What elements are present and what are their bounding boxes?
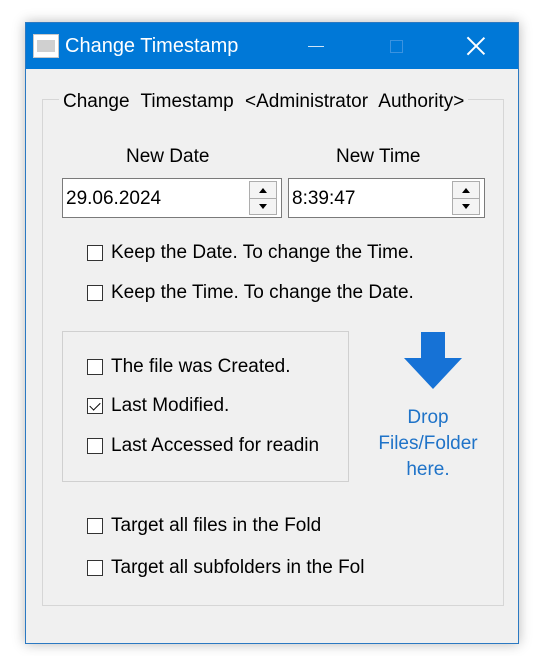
spin-up-icon (462, 187, 470, 193)
checkbox-box[interactable] (87, 285, 103, 301)
drop-line-2: Files/Folder (378, 433, 478, 454)
minimize-icon (308, 45, 324, 47)
time-increment-button[interactable] (453, 182, 479, 199)
date-value[interactable]: 29.06.2024 (66, 188, 161, 210)
drop-line-1: Drop (407, 407, 449, 428)
checkbox-box[interactable] (87, 245, 103, 261)
spin-down-icon (462, 203, 470, 209)
time-picker[interactable]: 8:39:47 (288, 178, 485, 218)
change-timestamp-window: Change Timestamp Change Timestamp <Admin… (25, 22, 519, 644)
groupbox-legend: Change Timestamp <Administrator Authorit… (59, 91, 469, 113)
checkmark-icon (89, 399, 101, 411)
spin-down-icon (259, 203, 267, 209)
time-spin-buttons[interactable] (452, 181, 480, 215)
date-decrement-button[interactable] (250, 198, 276, 214)
title-bar[interactable]: Change Timestamp (26, 23, 518, 69)
drop-line-3: here. (406, 459, 450, 480)
drop-zone-text[interactable]: Drop Files/Folder here. (366, 405, 490, 483)
close-button[interactable] (448, 23, 504, 69)
minimize-button[interactable] (288, 23, 344, 69)
checkbox-box[interactable] (87, 359, 103, 375)
time-decrement-button[interactable] (453, 198, 479, 214)
date-picker[interactable]: 29.06.2024 (62, 178, 282, 218)
keep-time-label: Keep the Time. To change the Date. (111, 282, 414, 303)
spin-up-icon (259, 187, 267, 193)
window-title: Change Timestamp (65, 35, 239, 57)
last-accessed-label: Last Accessed for readin (111, 435, 320, 456)
timestamp-type-box: The file was Created. Last Modified. Las… (62, 331, 349, 482)
checkbox-box[interactable] (87, 398, 103, 414)
maximize-button[interactable] (368, 23, 424, 69)
date-spin-buttons[interactable] (249, 181, 277, 215)
new-time-label: New Time (336, 146, 421, 167)
arrow-down-icon[interactable] (404, 332, 462, 390)
keep-date-label: Keep the Date. To change the Time. (111, 242, 414, 263)
checkbox-box[interactable] (87, 560, 103, 576)
target-subfolders-label: Target all subfolders in the Fol (111, 557, 365, 578)
window-app-icon (33, 34, 59, 58)
last-modified-label: Last Modified. (111, 395, 230, 416)
new-date-label: New Date (126, 146, 210, 167)
close-icon (467, 37, 485, 55)
target-files-label: Target all files in the Fold (111, 515, 322, 536)
time-value[interactable]: 8:39:47 (292, 188, 355, 210)
date-increment-button[interactable] (250, 182, 276, 199)
checkbox-box[interactable] (87, 438, 103, 454)
checkbox-box[interactable] (87, 518, 103, 534)
created-label: The file was Created. (111, 356, 291, 377)
maximize-icon (389, 39, 403, 53)
